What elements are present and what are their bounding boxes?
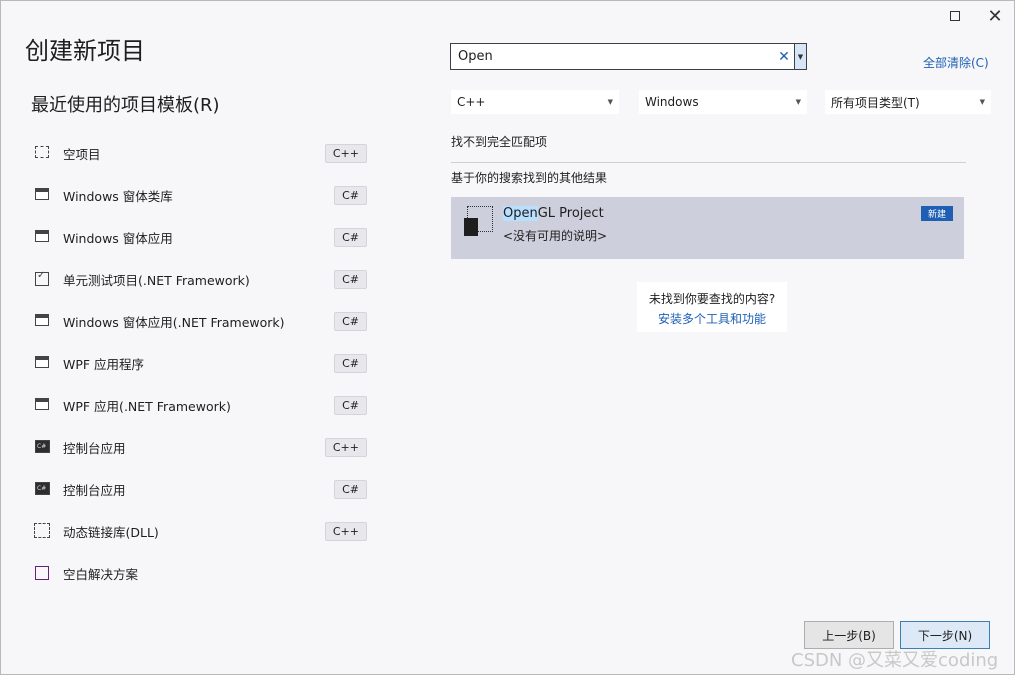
empty-project-icon bbox=[33, 143, 53, 163]
dialog-window: ✕ 创建新项目 最近使用的项目模板(R) 空项目 C++ Windows 窗体类… bbox=[0, 0, 1015, 675]
chevron-down-icon: ▼ bbox=[607, 98, 613, 106]
chevron-down-icon: ▼ bbox=[795, 98, 801, 106]
install-tools-link[interactable]: 安装多个工具和功能 bbox=[637, 310, 787, 327]
template-label: 控制台应用 bbox=[63, 440, 126, 456]
template-item[interactable]: WPF 应用(.NET Framework) C# bbox=[27, 387, 367, 423]
language-tag: C++ bbox=[324, 437, 367, 457]
unit-test-icon bbox=[33, 269, 53, 289]
close-button[interactable]: ✕ bbox=[985, 7, 1005, 27]
result-title: OpenGL Project bbox=[503, 206, 604, 221]
page-title: 创建新项目 bbox=[25, 37, 145, 65]
maximize-icon bbox=[950, 11, 960, 21]
template-label: WPF 应用程序 bbox=[63, 356, 145, 372]
platform-filter[interactable]: Windows ▼ bbox=[639, 90, 807, 114]
language-tag: C# bbox=[334, 227, 367, 247]
template-label: 空白解决方案 bbox=[63, 566, 139, 582]
next-button[interactable]: 下一步(N) bbox=[900, 621, 990, 649]
template-item[interactable]: Windows 窗体类库 C# bbox=[27, 177, 367, 213]
template-item[interactable]: Windows 窗体应用(.NET Framework) C# bbox=[27, 303, 367, 339]
search-box: ✕ ▼ bbox=[450, 43, 807, 70]
divider bbox=[451, 162, 966, 163]
not-found-panel: 未找到你要查找的内容? 安装多个工具和功能 bbox=[637, 282, 787, 332]
platform-filter-value: Windows bbox=[645, 95, 699, 109]
chevron-down-icon: ▼ bbox=[979, 98, 985, 106]
language-tag: C# bbox=[334, 185, 367, 205]
result-title-highlight: Open bbox=[503, 206, 538, 221]
language-tag: C# bbox=[334, 395, 367, 415]
dll-icon bbox=[33, 521, 53, 541]
other-results-header: 基于你的搜索找到的其他结果 bbox=[451, 171, 608, 185]
language-filter[interactable]: C++ ▼ bbox=[451, 90, 619, 114]
template-item[interactable]: 控制台应用 C# bbox=[27, 471, 367, 507]
wpf-app-icon bbox=[33, 353, 53, 373]
language-tag: C# bbox=[334, 353, 367, 373]
template-item[interactable]: WPF 应用程序 C# bbox=[27, 345, 367, 381]
console-app-icon bbox=[33, 437, 53, 457]
not-found-question: 未找到你要查找的内容? bbox=[648, 292, 776, 306]
no-exact-match-text: 找不到完全匹配项 bbox=[451, 135, 548, 149]
template-item[interactable]: 单元测试项目(.NET Framework) C# bbox=[27, 261, 367, 297]
search-dropdown-button[interactable]: ▼ bbox=[794, 44, 806, 69]
console-app-icon bbox=[33, 479, 53, 499]
back-button[interactable]: 上一步(B) bbox=[804, 621, 894, 649]
maximize-button[interactable] bbox=[945, 7, 965, 27]
close-icon: ✕ bbox=[987, 6, 1003, 27]
recent-templates-title: 最近使用的项目模板(R) bbox=[31, 95, 220, 116]
template-item[interactable]: Windows 窗体应用 C# bbox=[27, 219, 367, 255]
template-item[interactable]: 空白解决方案 bbox=[27, 555, 367, 591]
language-tag: C++ bbox=[324, 521, 367, 541]
clear-search-icon[interactable]: ✕ bbox=[776, 49, 792, 65]
template-item[interactable]: 控制台应用 C++ bbox=[27, 429, 367, 465]
language-tag: C# bbox=[334, 311, 367, 331]
result-description: <没有可用的说明> bbox=[503, 229, 608, 243]
opengl-project-icon bbox=[464, 206, 494, 236]
new-badge: 新建 bbox=[921, 206, 954, 221]
watermark: CSDN @又菜又爱coding bbox=[791, 650, 999, 671]
result-item[interactable]: OpenGL Project <没有可用的说明> 新建 bbox=[451, 197, 964, 259]
project-type-filter[interactable]: 所有项目类型(T) ▼ bbox=[825, 90, 991, 114]
template-item[interactable]: 动态链接库(DLL) C++ bbox=[27, 513, 367, 549]
clear-all-link[interactable]: 全部清除(C) bbox=[923, 54, 989, 71]
template-label: Windows 窗体类库 bbox=[63, 188, 173, 204]
winforms-app-icon bbox=[33, 227, 53, 247]
language-tag: C# bbox=[334, 479, 367, 499]
template-label: 单元测试项目(.NET Framework) bbox=[63, 272, 250, 288]
language-tag: C++ bbox=[324, 143, 367, 163]
template-label: 动态链接库(DLL) bbox=[63, 524, 159, 540]
template-label: WPF 应用(.NET Framework) bbox=[63, 398, 231, 414]
chevron-down-icon: ▼ bbox=[797, 52, 804, 61]
template-label: Windows 窗体应用(.NET Framework) bbox=[63, 314, 285, 330]
template-label: 控制台应用 bbox=[63, 482, 126, 498]
search-input[interactable] bbox=[451, 44, 776, 69]
result-title-rest: GL Project bbox=[537, 206, 604, 221]
wpf-app-icon bbox=[33, 395, 53, 415]
project-type-filter-value: 所有项目类型(T) bbox=[831, 95, 920, 110]
winforms-app-icon bbox=[33, 311, 53, 331]
template-label: Windows 窗体应用 bbox=[63, 230, 173, 246]
language-filter-value: C++ bbox=[457, 95, 486, 109]
blank-solution-icon bbox=[33, 563, 53, 583]
template-label: 空项目 bbox=[63, 146, 101, 162]
winforms-library-icon bbox=[33, 185, 53, 205]
template-item[interactable]: 空项目 C++ bbox=[27, 135, 367, 171]
language-tag: C# bbox=[334, 269, 367, 289]
